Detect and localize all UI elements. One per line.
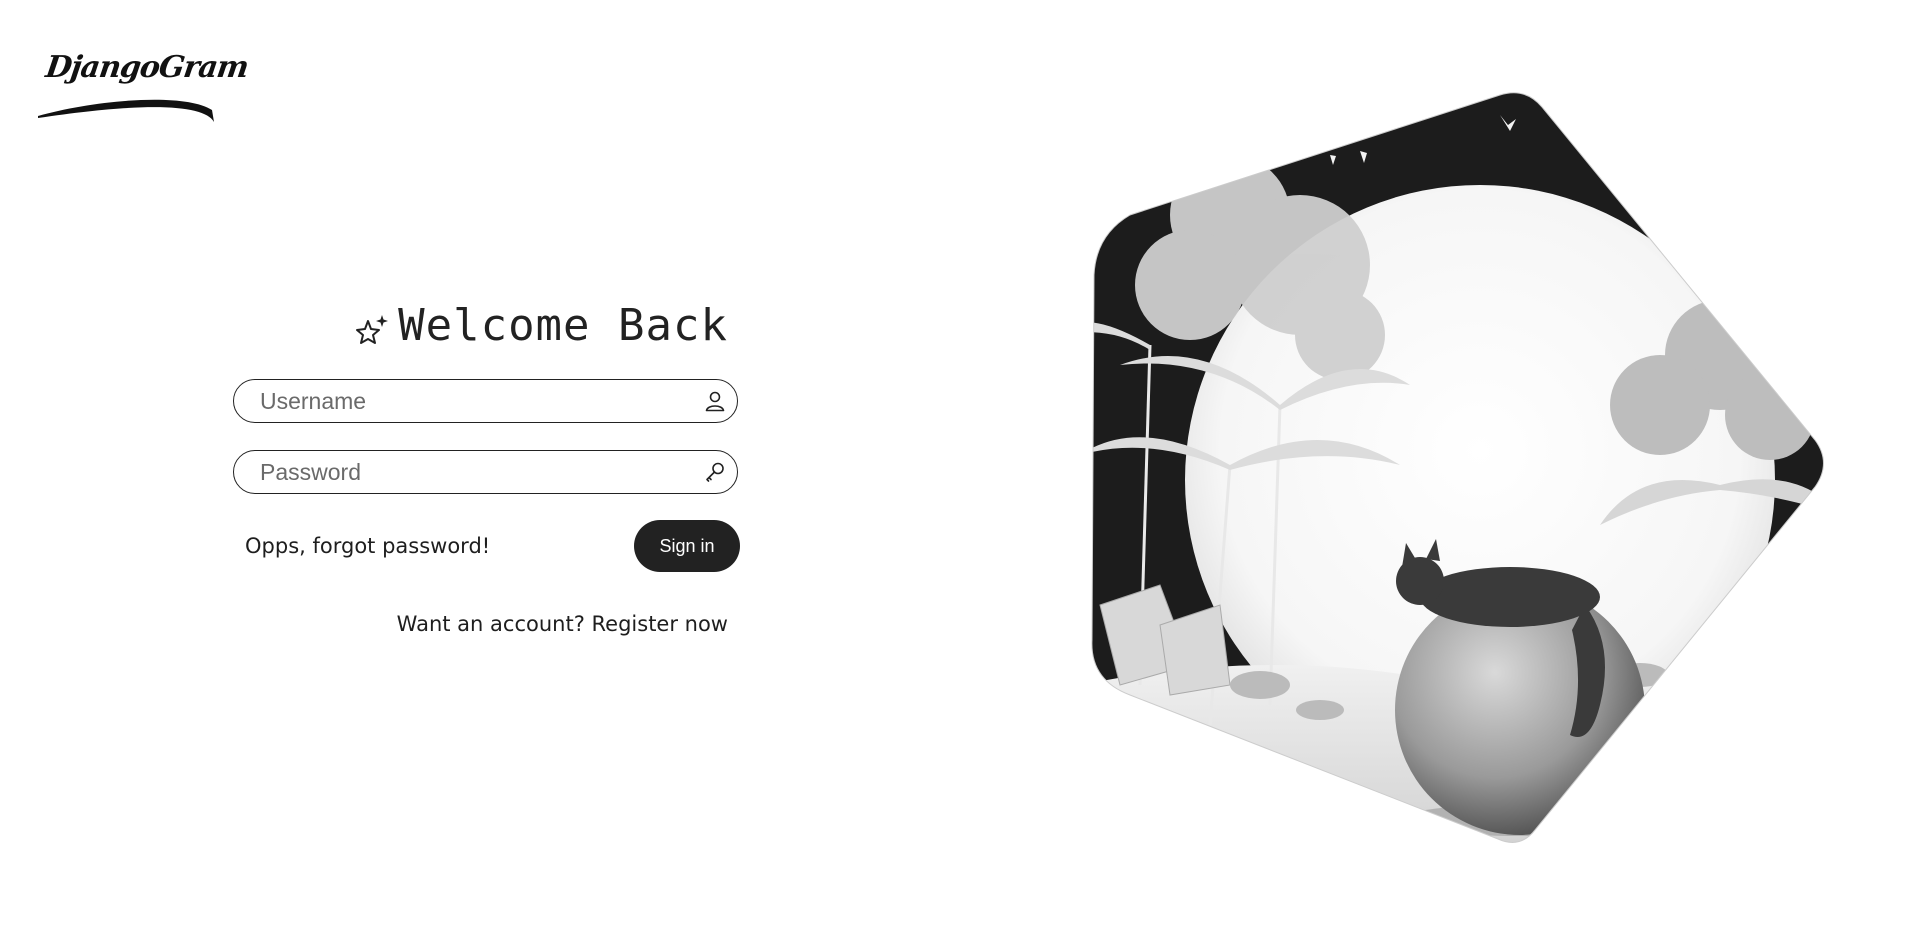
logo-text: DjangoGram: [43, 50, 251, 85]
forgot-password-link[interactable]: Opps, forgot password!: [245, 534, 490, 558]
key-icon: [703, 460, 727, 484]
title-text: Welcome Back: [398, 300, 728, 351]
user-icon: [703, 389, 727, 413]
username-input[interactable]: [234, 379, 703, 423]
login-page: DjangoGram Welcome Back Username Opps, f…: [0, 0, 1920, 937]
password-field-wrapper: [233, 450, 738, 494]
username-field-wrapper: [233, 379, 738, 423]
register-link[interactable]: Want an account? Register now: [397, 612, 728, 636]
password-input[interactable]: [234, 450, 703, 494]
sign-in-button[interactable]: Sign in: [634, 520, 740, 572]
hero-illustration: [1091, 92, 1824, 843]
logo[interactable]: DjangoGram: [34, 42, 250, 132]
page-title: Welcome Back: [354, 300, 728, 351]
sparkle-star-icon: [354, 308, 390, 344]
